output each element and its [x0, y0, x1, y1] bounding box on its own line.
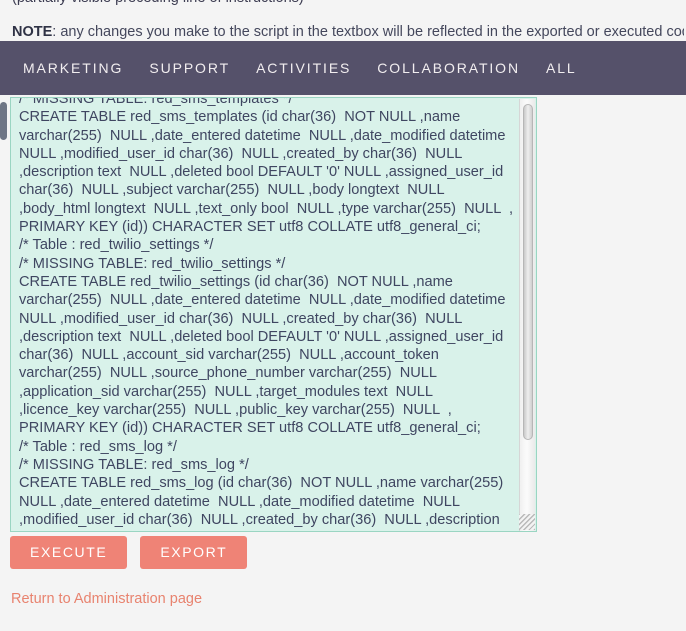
nav-item-collaboration[interactable]: COLLABORATION — [364, 54, 533, 82]
sql-script-content[interactable]: /* MISSING TABLE: red_sms_templates */ C… — [13, 98, 518, 531]
nav-item-all[interactable]: ALL — [533, 54, 590, 82]
return-to-administration-link[interactable]: Return to Administration page — [11, 591, 202, 607]
clipped-instruction-line: (partially visible preceding line of ins… — [12, 0, 680, 8]
textarea-resize-handle[interactable] — [519, 514, 535, 530]
execute-button[interactable]: EXECUTE — [10, 536, 128, 569]
main-navbar: MARKETING SUPPORT ACTIVITIES COLLABORATI… — [0, 41, 686, 95]
note-message: NOTE: any changes you make to the script… — [12, 23, 684, 42]
nav-item-activities[interactable]: ACTIVITIES — [243, 54, 364, 82]
export-button[interactable]: EXPORT — [140, 536, 248, 569]
textarea-scrollbar-thumb[interactable] — [523, 104, 533, 440]
textarea-scrollbar-track[interactable] — [519, 99, 535, 531]
sql-script-textarea[interactable]: /* MISSING TABLE: red_sms_templates */ C… — [10, 97, 537, 532]
nav-item-support[interactable]: SUPPORT — [136, 54, 243, 82]
note-label: NOTE — [12, 24, 53, 40]
nav-item-marketing[interactable]: MARKETING — [10, 54, 136, 82]
note-text: any changes you make to the script in th… — [56, 24, 684, 40]
admin-repair-page: (partially visible preceding line of ins… — [0, 0, 686, 631]
action-button-row: EXECUTE EXPORT — [10, 536, 248, 569]
page-scrollbar-thumb[interactable] — [0, 102, 7, 140]
